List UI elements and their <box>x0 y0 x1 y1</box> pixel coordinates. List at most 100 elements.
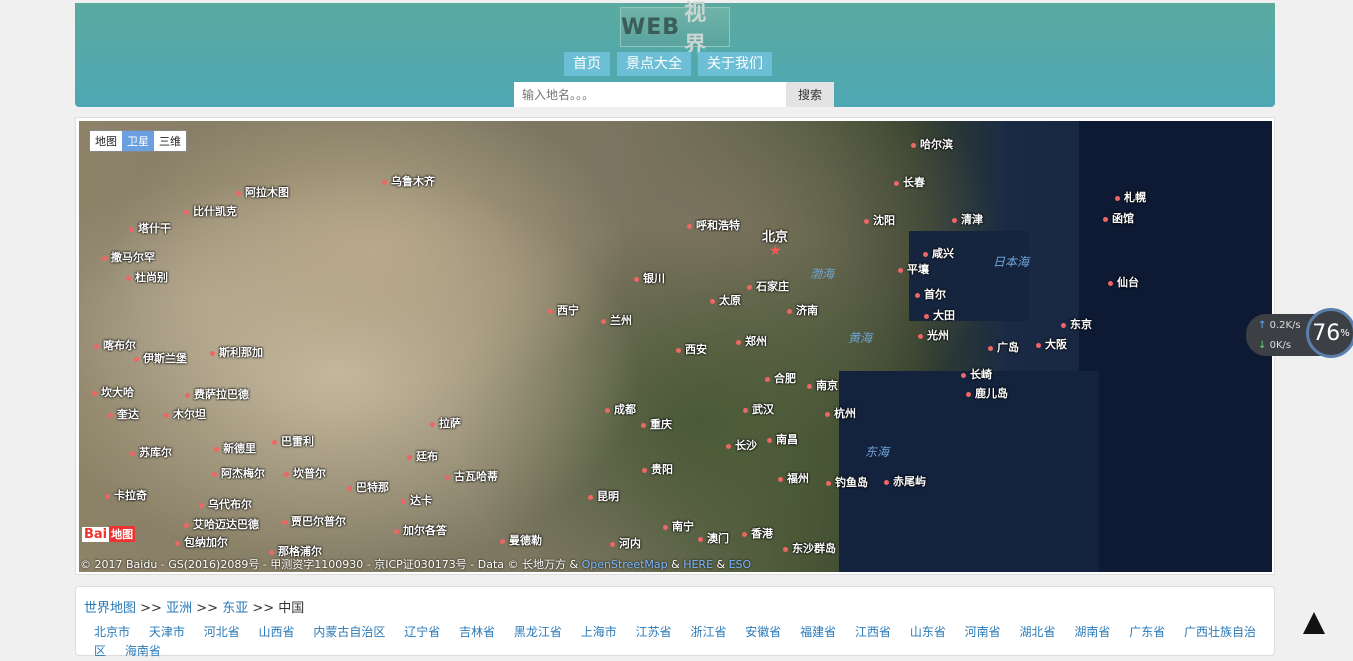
province-link[interactable]: 天津市 <box>149 625 185 639</box>
city-label[interactable]: 卡拉奇 <box>105 487 147 503</box>
city-label[interactable]: 长沙 <box>726 437 757 453</box>
city-label[interactable]: 艾哈迈达巴德 <box>184 516 259 532</box>
city-label[interactable]: 杜尚别 <box>126 269 168 285</box>
maptype-satellite[interactable]: 卫星 <box>122 131 154 151</box>
city-label[interactable]: 阿拉木图 <box>236 184 289 200</box>
city-label[interactable]: 贵阳 <box>642 461 673 477</box>
city-label[interactable]: 曼德勒 <box>500 532 542 548</box>
city-label[interactable]: 长春 <box>894 174 925 190</box>
city-label[interactable]: 首尔 <box>915 286 946 302</box>
province-link[interactable]: 湖北省 <box>1020 625 1056 639</box>
breadcrumb-asia[interactable]: 亚洲 <box>166 601 192 616</box>
city-label[interactable]: 呼和浩特 <box>687 217 740 233</box>
city-label[interactable]: 沈阳 <box>864 212 895 228</box>
province-link[interactable]: 海南省 <box>125 644 161 658</box>
city-label[interactable]: 撒马尔罕 <box>102 249 155 265</box>
province-link[interactable]: 上海市 <box>581 625 617 639</box>
city-label[interactable]: 斯利那加 <box>210 344 263 360</box>
city-label[interactable]: 兰州 <box>601 312 632 328</box>
city-label[interactable]: 阿杰梅尔 <box>212 465 265 481</box>
city-label[interactable]: 鹿儿岛 <box>966 385 1008 401</box>
city-label[interactable]: 澳门 <box>698 530 729 546</box>
breadcrumb-world[interactable]: 世界地图 <box>84 601 136 616</box>
city-label[interactable]: 大田 <box>924 307 955 323</box>
city-label[interactable]: 比什凯克 <box>184 203 237 219</box>
search-button[interactable]: 搜索 <box>786 82 834 107</box>
nav-attractions[interactable]: 景点大全 <box>617 52 691 76</box>
city-label[interactable]: 札幌 <box>1115 189 1146 205</box>
city-label[interactable]: 太原 <box>710 292 741 308</box>
breadcrumb-east-asia[interactable]: 东亚 <box>222 601 248 616</box>
province-link[interactable]: 江苏省 <box>636 625 672 639</box>
city-label[interactable]: 杭州 <box>825 405 856 421</box>
province-link[interactable]: 浙江省 <box>690 625 726 639</box>
city-label[interactable]: 河内 <box>610 535 641 551</box>
search-input[interactable] <box>514 82 786 107</box>
province-link[interactable]: 内蒙古自治区 <box>313 625 385 639</box>
city-label[interactable]: 钓鱼岛 <box>826 474 868 490</box>
city-label[interactable]: 奎达 <box>108 406 139 422</box>
city-label[interactable]: 平壤 <box>898 261 929 277</box>
city-label[interactable]: 乌代布尔 <box>199 496 252 512</box>
maptype-3d[interactable]: 三维 <box>154 131 186 151</box>
city-label[interactable]: 福州 <box>778 470 809 486</box>
city-label[interactable]: 坎普尔 <box>284 465 326 481</box>
province-link[interactable]: 福建省 <box>800 625 836 639</box>
city-label[interactable]: 武汉 <box>743 401 774 417</box>
here-link[interactable]: HERE <box>683 558 713 571</box>
city-label[interactable]: 广岛 <box>988 339 1019 355</box>
eso-link[interactable]: ESO <box>729 558 752 571</box>
city-label[interactable]: 咸兴 <box>923 245 954 261</box>
city-label[interactable]: 加尔各答 <box>394 522 447 538</box>
city-label[interactable]: 银川 <box>634 270 665 286</box>
city-label[interactable]: 哈尔滨 <box>911 136 953 152</box>
city-label[interactable]: 南昌 <box>767 431 798 447</box>
site-logo[interactable]: WEB 视界 <box>620 1 730 58</box>
city-label[interactable]: 函馆 <box>1103 210 1134 226</box>
city-label[interactable]: 乌鲁木齐 <box>382 173 435 189</box>
city-label[interactable]: 塔什干 <box>129 220 171 236</box>
province-link[interactable]: 河北省 <box>204 625 240 639</box>
city-label[interactable]: 包纳加尔 <box>175 534 228 550</box>
city-label[interactable]: 坎大哈 <box>92 384 134 400</box>
city-label[interactable]: 赤尾屿 <box>884 473 926 489</box>
province-link[interactable]: 河南省 <box>965 625 1001 639</box>
city-label[interactable]: 新德里 <box>214 440 256 456</box>
osm-link[interactable]: OpenStreetMap <box>582 558 668 571</box>
city-label[interactable]: 光州 <box>918 327 949 343</box>
city-label[interactable]: 郑州 <box>736 333 767 349</box>
city-label[interactable]: 重庆 <box>641 416 672 432</box>
province-link[interactable]: 山东省 <box>910 625 946 639</box>
city-label[interactable]: 喀布尔 <box>94 337 136 353</box>
city-label[interactable]: 昆明 <box>588 488 619 504</box>
maptype-map[interactable]: 地图 <box>90 131 122 151</box>
province-link[interactable]: 广东省 <box>1129 625 1165 639</box>
city-label[interactable]: 伊斯兰堡 <box>134 350 187 366</box>
province-link[interactable]: 江西省 <box>855 625 891 639</box>
province-link[interactable]: 北京市 <box>94 625 130 639</box>
city-label[interactable]: 巴雷利 <box>272 433 314 449</box>
city-label[interactable]: 达卡 <box>401 492 432 508</box>
city-label[interactable]: 古瓦哈蒂 <box>445 468 498 484</box>
city-label[interactable]: 廷布 <box>407 448 438 464</box>
city-label[interactable]: 贾巴尔普尔 <box>282 513 346 529</box>
city-label[interactable]: 仙台 <box>1108 274 1139 290</box>
nav-home[interactable]: 首页 <box>564 52 610 76</box>
city-label[interactable]: 石家庄 <box>747 278 789 294</box>
city-label[interactable]: 南宁 <box>663 518 694 534</box>
city-label[interactable]: 西安 <box>676 341 707 357</box>
province-link[interactable]: 辽宁省 <box>404 625 440 639</box>
city-label[interactable]: 清津 <box>952 211 983 227</box>
province-link[interactable]: 吉林省 <box>459 625 495 639</box>
city-label[interactable]: 合肥 <box>765 370 796 386</box>
city-label[interactable]: 南京 <box>807 377 838 393</box>
usage-gauge[interactable]: 76% <box>1306 308 1353 358</box>
province-link[interactable]: 山西省 <box>259 625 295 639</box>
nav-about[interactable]: 关于我们 <box>698 52 772 76</box>
city-label[interactable]: 大阪 <box>1036 336 1067 352</box>
city-label[interactable]: 长崎 <box>961 366 992 382</box>
province-link[interactable]: 安徽省 <box>745 625 781 639</box>
city-label[interactable]: 苏库尔 <box>130 444 172 460</box>
baidu-map-logo[interactable]: Bai 地图 <box>82 526 136 542</box>
province-link[interactable]: 黑龙江省 <box>514 625 562 639</box>
